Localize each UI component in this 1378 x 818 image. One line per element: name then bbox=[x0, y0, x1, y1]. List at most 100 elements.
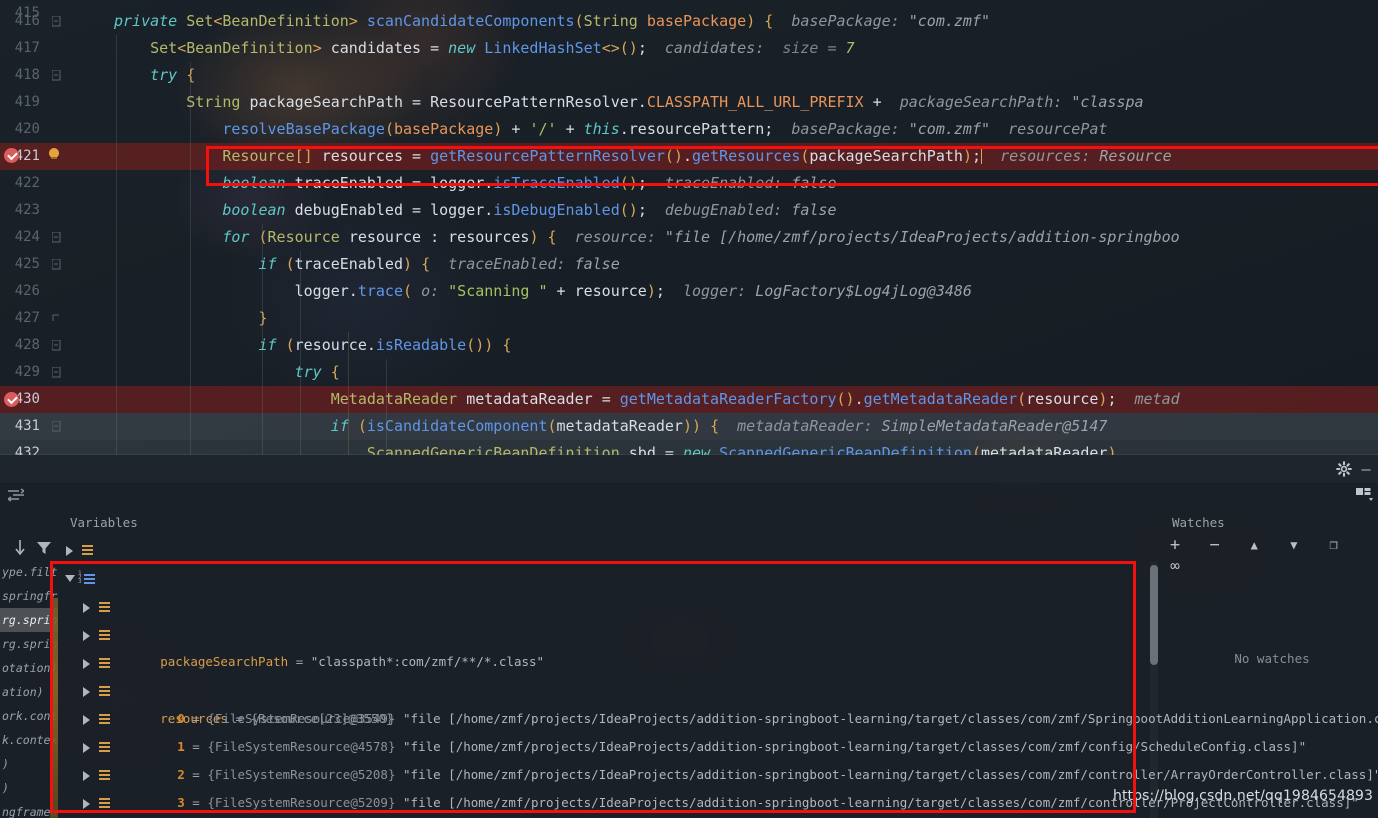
code-line[interactable]: 420 resolveBasePackage(basePackage) + '/… bbox=[0, 116, 1378, 143]
code-text: ScannedGenericBeanDefinition sbd = new S… bbox=[366, 444, 1117, 455]
code-line-current[interactable]: 431 if (isCandidateComponent(metadataRea… bbox=[0, 413, 1378, 440]
line-number: 427 bbox=[14, 310, 40, 326]
code-line[interactable]: 423 boolean debugEnabled = logger.isDebu… bbox=[0, 197, 1378, 224]
add-watch-button[interactable]: + bbox=[1160, 535, 1190, 555]
line-number: 431 bbox=[14, 418, 40, 434]
breakpoint-verified-icon[interactable] bbox=[4, 148, 19, 163]
minimize-icon[interactable]: – bbox=[1358, 461, 1374, 477]
array-icon bbox=[99, 630, 110, 641]
expand-arrow-icon[interactable] bbox=[83, 743, 92, 753]
line-number: 419 bbox=[14, 94, 40, 110]
code-text: private Set<BeanDefinition> scanCandidat… bbox=[114, 12, 991, 30]
watches-toolbar: + − ▲ ▼ ❐ ∞ bbox=[1160, 534, 1378, 575]
line-number: 417 bbox=[14, 40, 40, 56]
expand-arrow-icon[interactable] bbox=[83, 603, 92, 613]
code-text: boolean traceEnabled = logger.isTraceEna… bbox=[222, 174, 837, 192]
expand-arrow-icon[interactable] bbox=[83, 771, 92, 781]
move-watch-down-button[interactable]: ▼ bbox=[1279, 538, 1309, 552]
array-icon bbox=[99, 742, 110, 753]
collapse-arrow-icon[interactable] bbox=[65, 575, 75, 584]
move-watch-up-button[interactable]: ▲ bbox=[1239, 538, 1269, 552]
code-line[interactable]: 416 private Set<BeanDefinition> scanCand… bbox=[0, 8, 1378, 35]
copy-icon[interactable]: ❐ bbox=[1319, 537, 1349, 553]
variable-row[interactable]: 6 = {FileSystemResource@5212} "file [/ho… bbox=[58, 761, 1154, 789]
code-text: try { bbox=[294, 363, 340, 381]
remove-watch-button[interactable]: − bbox=[1200, 535, 1230, 555]
expand-arrow-icon[interactable] bbox=[83, 799, 92, 809]
line-number: 416 bbox=[14, 13, 40, 29]
code-line[interactable]: 419 String packageSearchPath = ResourceP… bbox=[0, 89, 1378, 116]
line-number: 428 bbox=[14, 337, 40, 353]
variable-row[interactable]: 1 = {FileSystemResource@4578} "file [/ho… bbox=[58, 621, 1306, 754]
filter-icon[interactable] bbox=[36, 540, 52, 556]
line-number: 429 bbox=[14, 364, 40, 380]
layout-icon[interactable] bbox=[1356, 487, 1374, 503]
fold-marker-icon[interactable] bbox=[52, 340, 61, 351]
code-line-executing[interactable]: 421 Resource[] resources = getResourcePa… bbox=[0, 143, 1378, 170]
array-icon bbox=[82, 545, 93, 556]
no-watches-label: No watches bbox=[1234, 651, 1310, 666]
debug-toolbar bbox=[0, 455, 1378, 483]
frames-scrollbar[interactable] bbox=[50, 598, 58, 818]
variable-row[interactable]: packageSearchPath = "classpath*:com/zmf/… bbox=[58, 536, 1154, 669]
code-line[interactable]: 425 if (traceEnabled) { traceEnabled: fa… bbox=[0, 251, 1378, 278]
line-number: 420 bbox=[14, 121, 40, 137]
code-line-partial[interactable]: 432 ScannedGenericBeanDefinition sbd = n… bbox=[0, 440, 1378, 455]
fold-end-icon[interactable] bbox=[52, 313, 61, 324]
code-line[interactable]: 417 Set<BeanDefinition> candidates = new… bbox=[0, 35, 1378, 62]
code-editor[interactable]: 415 416 private Set<BeanDefinition> scan… bbox=[0, 0, 1378, 455]
fold-marker-icon[interactable] bbox=[52, 259, 61, 270]
array-icon bbox=[99, 602, 110, 613]
variable-row[interactable]: 0 = {FileSystemResource@3549} "file [/ho… bbox=[58, 593, 1378, 726]
settings-lines-icon[interactable] bbox=[8, 488, 24, 502]
variables-panel-title: Variables bbox=[70, 515, 138, 530]
frame-row[interactable]: ype.filte bbox=[0, 560, 58, 584]
code-text: try { bbox=[150, 66, 196, 84]
fold-marker-icon[interactable] bbox=[52, 16, 61, 27]
variable-row-expanded[interactable]: 123 resources = {Resource[23]@3550} bbox=[58, 565, 1154, 726]
code-text: String packageSearchPath = ResourcePatte… bbox=[186, 93, 1144, 111]
code-line[interactable]: 427 } bbox=[0, 305, 1378, 332]
code-text: boolean debugEnabled = logger.isDebugEna… bbox=[222, 201, 837, 219]
expand-arrow-icon[interactable] bbox=[83, 659, 92, 669]
glasses-icon[interactable]: ∞ bbox=[1160, 556, 1190, 575]
breakpoint-verified-icon[interactable] bbox=[4, 392, 19, 407]
line-number: 418 bbox=[14, 67, 40, 83]
variable-row[interactable]: 5 = {FileSystemResource@5211} "file [/ho… bbox=[58, 733, 1154, 761]
line-number: 425 bbox=[14, 256, 40, 272]
variables-scrollbar-thumb[interactable] bbox=[1150, 565, 1158, 665]
code-line-breakpoint[interactable]: 430 MetadataReader metadataReader = getM… bbox=[0, 386, 1378, 413]
code-line[interactable]: 426 logger.trace( o: "Scanning " + resou… bbox=[0, 278, 1378, 305]
variable-row[interactable]: 4 = {FileSystemResource@5210} "file [/ho… bbox=[58, 705, 1154, 733]
code-line[interactable]: 428 if (resource.isReadable()) { bbox=[0, 332, 1378, 359]
array-icon bbox=[99, 686, 110, 697]
arrow-down-icon[interactable] bbox=[12, 539, 28, 557]
expand-arrow-icon[interactable] bbox=[83, 631, 92, 641]
watermark-text: https://blog.csdn.net/qq1984654893 bbox=[1113, 788, 1374, 804]
gear-icon[interactable] bbox=[1336, 461, 1352, 477]
variable-row[interactable]: 3 = {FileSystemResource@5209} "file [/ho… bbox=[58, 677, 1359, 810]
fold-marker-icon[interactable] bbox=[52, 421, 61, 432]
fold-marker-icon[interactable] bbox=[52, 232, 61, 243]
fold-marker-icon[interactable] bbox=[52, 367, 61, 378]
fold-marker-icon[interactable] bbox=[52, 70, 61, 81]
code-line[interactable]: 429 try { bbox=[0, 359, 1378, 386]
code-line[interactable]: 424 for (Resource resource : resources) … bbox=[0, 224, 1378, 251]
line-number: 426 bbox=[14, 283, 40, 299]
expand-arrow-icon[interactable] bbox=[66, 546, 75, 556]
expand-arrow-icon[interactable] bbox=[83, 687, 92, 697]
code-text: MetadataReader metadataReader = getMetad… bbox=[330, 390, 1180, 408]
code-text: Set<BeanDefinition> candidates = new Lin… bbox=[150, 39, 855, 57]
variable-row[interactable]: 7 = {FileSystemResource@5213} "file [/ho… bbox=[58, 789, 1154, 817]
ide-window: 415 416 private Set<BeanDefinition> scan… bbox=[0, 0, 1378, 818]
variables-tree[interactable]: packageSearchPath = "classpath*:com/zmf/… bbox=[58, 536, 1378, 818]
lightbulb-icon[interactable] bbox=[48, 148, 60, 160]
array-icon bbox=[99, 798, 110, 809]
code-line[interactable]: 422 boolean traceEnabled = logger.isTrac… bbox=[0, 170, 1378, 197]
expand-arrow-icon[interactable] bbox=[83, 715, 92, 725]
array-icon bbox=[99, 770, 110, 781]
code-line[interactable]: 418 try { bbox=[0, 62, 1378, 89]
line-number: 422 bbox=[14, 175, 40, 191]
variable-row[interactable]: 2 = {FileSystemResource@5208} "file [/ho… bbox=[58, 649, 1378, 782]
array-icon bbox=[99, 658, 110, 669]
